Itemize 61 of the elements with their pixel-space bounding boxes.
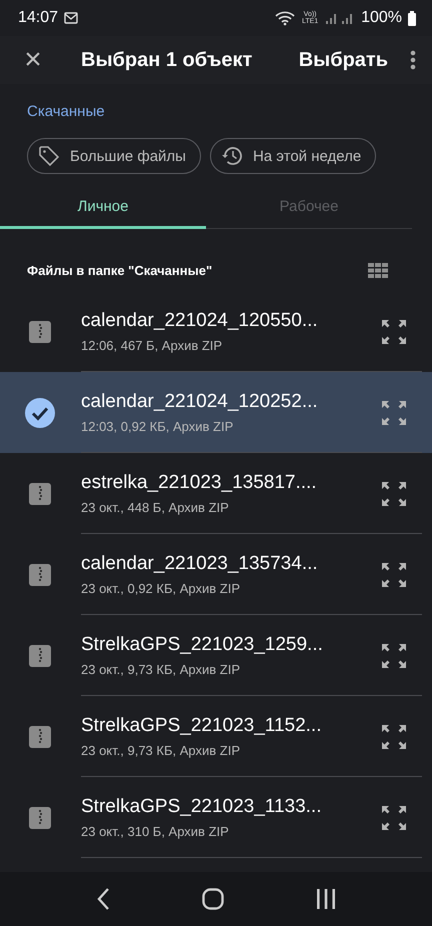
file-row[interactable]: StrelkaGPS_221023_1259... 23 окт., 9,73 КБ, Архив ZIP — [0, 615, 432, 696]
expand-icon — [380, 642, 408, 670]
home-button[interactable] — [202, 888, 224, 910]
expand-icon — [380, 722, 408, 750]
file-row[interactable]: calendar_221024_120252... 12:03, 0,92 КБ, Архив ZIP — [0, 372, 432, 453]
back-button[interactable] — [96, 887, 110, 911]
file-details: 12:03, 0,92 КБ, Архив ZIP — [81, 418, 234, 434]
zip-file-icon — [29, 482, 51, 504]
filter-chip[interactable]: На этой неделе — [210, 138, 376, 174]
file-details: 23 окт., 0,92 КБ, Архив ZIP — [81, 580, 241, 596]
zip-file-icon — [29, 726, 51, 748]
more-options-icon[interactable] — [410, 50, 416, 70]
tab[interactable]: Личное — [0, 186, 206, 229]
file-row[interactable]: StrelkaGPS_221023_1133... 23 окт., 310 Б, Архив ZIP — [0, 777, 432, 858]
expand-icon — [380, 804, 408, 832]
battery-icon — [408, 10, 416, 26]
file-details: 12:06, 467 Б, Архив ZIP — [81, 338, 224, 352]
filter-chip[interactable]: Большие файлы — [27, 138, 201, 174]
grid-view-icon[interactable] — [368, 262, 388, 278]
expand-icon — [380, 480, 408, 508]
expand-button[interactable] — [380, 642, 408, 670]
selection-title: Выбран 1 объект — [81, 48, 252, 72]
expand-button[interactable] — [380, 318, 408, 346]
tag-icon — [38, 145, 60, 167]
checkmark-icon[interactable] — [25, 398, 55, 428]
file-row[interactable]: estrelka_221023_135817.... 23 окт., 448 Б, Архив ZIP — [0, 453, 432, 534]
file-details: 23 окт., 9,73 КБ, Архив ZIP — [81, 742, 241, 758]
file-name: calendar_221024_120550... — [81, 310, 319, 332]
expand-button[interactable] — [380, 560, 408, 588]
file-name: estrelka_221023_135817.... — [81, 472, 318, 494]
battery-percent: 100% — [361, 9, 402, 27]
history-icon — [220, 145, 243, 167]
expand-button[interactable] — [380, 398, 408, 426]
expand-button[interactable] — [380, 480, 408, 508]
expand-icon — [380, 398, 408, 426]
file-details: 23 окт., 9,73 КБ, Архив ZIP — [81, 662, 241, 676]
file-row[interactable]: StrelkaGPS_221023_1152... 23 окт., 9,73 КБ, Архив ZIP — [0, 696, 432, 777]
file-name: StrelkaGPS_221023_1133... — [81, 796, 322, 818]
section-title: Файлы в папке "Скачанные" — [27, 262, 212, 278]
recent-apps-button[interactable] — [316, 888, 336, 910]
file-details: 23 окт., 448 Б, Архив ZIP — [81, 500, 230, 514]
close-button[interactable]: × — [20, 47, 46, 73]
file-row[interactable]: calendar_221023_135734... 23 окт., 0,92 КБ, Архив ZIP — [0, 534, 432, 615]
file-name: StrelkaGPS_221023_1259... — [81, 634, 324, 656]
clock: 14:07 — [18, 9, 58, 27]
expand-button[interactable] — [380, 804, 408, 832]
file-name: calendar_221023_135734... — [81, 552, 319, 574]
expand-icon — [380, 318, 408, 346]
zip-file-icon — [29, 644, 51, 666]
file-name: StrelkaGPS_221023_1152... — [81, 714, 322, 736]
zip-file-icon — [29, 806, 51, 828]
select-button[interactable]: Выбрать — [298, 48, 388, 72]
mail-icon — [64, 12, 78, 24]
file-details: 23 окт., 310 Б, Архив ZIP — [81, 824, 230, 838]
expand-button[interactable] — [380, 722, 408, 750]
file-name: calendar_221024_120252... — [81, 390, 319, 412]
breadcrumb-link[interactable]: Скачанные — [27, 103, 105, 120]
expand-icon — [380, 560, 408, 588]
zip-file-icon — [29, 320, 51, 342]
zip-file-icon — [29, 564, 51, 586]
wifi-icon — [275, 10, 296, 26]
